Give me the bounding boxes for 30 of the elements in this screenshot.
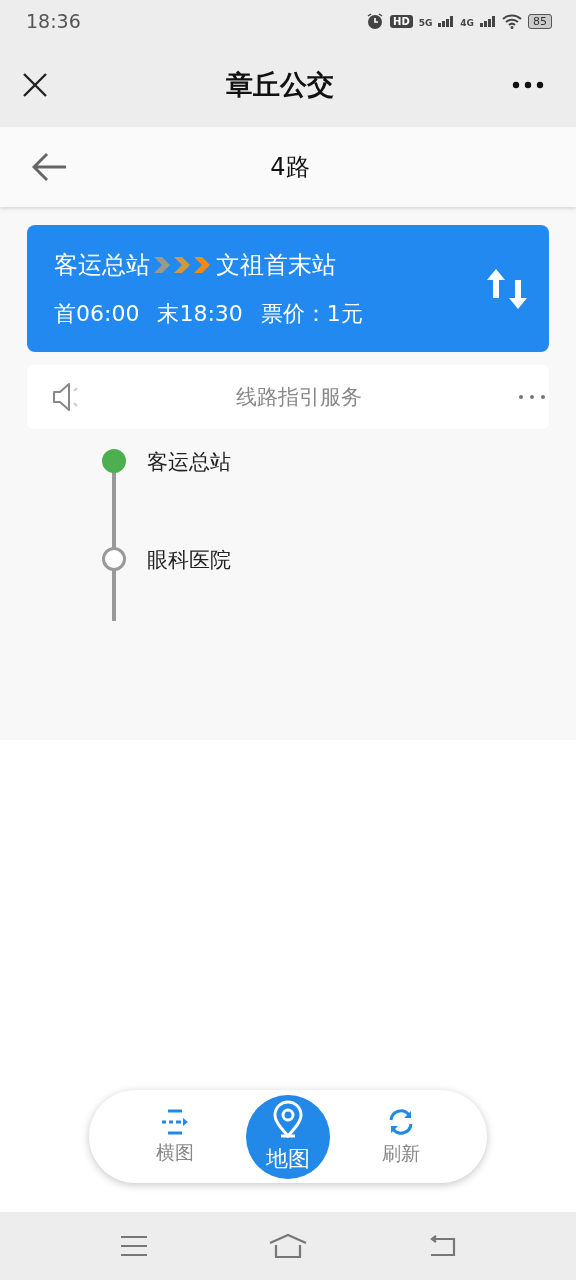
fare-text: 票价：1元 (260, 299, 363, 328)
signal-icon (438, 15, 455, 27)
destination-stop: 文祖首末站 (216, 249, 336, 281)
page-title: 4路 (270, 152, 310, 183)
signal-icon (480, 15, 496, 27)
more-icon[interactable] (512, 80, 544, 89)
first-bus-time: 首06:00 (54, 299, 140, 328)
wifi-icon (502, 13, 522, 29)
toolbar-tab[interactable]: 刷新 (358, 1094, 443, 1179)
alarm-icon (366, 12, 384, 30)
menu-icon[interactable] (120, 1235, 149, 1257)
close-icon[interactable] (22, 71, 48, 98)
toolbar-tab[interactable]: 地图 (246, 1094, 330, 1179)
toolbar-tab[interactable]: 横图 (133, 1094, 218, 1179)
stop-name[interactable]: 眼科医院 (147, 546, 231, 574)
hd-badge: HD (390, 14, 413, 28)
speaker-icon (52, 382, 80, 412)
back-arrow-icon[interactable] (32, 152, 68, 182)
guide-label: 线路指引服务 (236, 384, 362, 411)
stop-name[interactable]: 客运总站 (147, 448, 231, 476)
location-pin-icon (272, 1099, 304, 1140)
origin-stop: 客运总站 (54, 249, 150, 281)
last-bus-time: 末18:30 (157, 299, 243, 328)
network-label: 5G (418, 18, 433, 28)
home-icon[interactable] (269, 1233, 307, 1259)
guide-bar[interactable]: 线路指引服务 (27, 365, 549, 429)
battery-indicator: 85 (528, 13, 552, 29)
app-title: 章丘公交 (226, 67, 334, 102)
status-time: 18:36 (26, 10, 81, 32)
network-label: 4G (460, 18, 474, 28)
